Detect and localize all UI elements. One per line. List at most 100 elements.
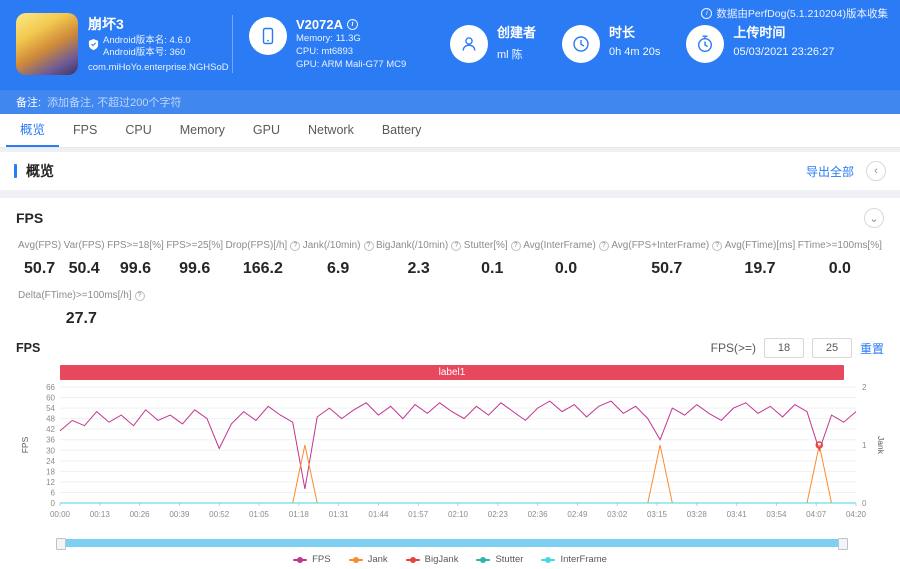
svg-text:FPS: FPS (20, 436, 30, 453)
metric-label: FTime>=100ms[%] (797, 240, 882, 251)
remarks-bar[interactable]: 备注: 添加备注, 不超过200个字符 (0, 90, 900, 114)
metric-value: 99.6 (119, 260, 152, 277)
metric-fps-18-: FPS>=18[%] 99.6 (107, 240, 164, 278)
svg-text:30: 30 (46, 446, 55, 455)
android-version-code: Android版本号: 360 (103, 46, 186, 58)
tab-cpu[interactable]: CPU (111, 114, 165, 147)
tab-gpu[interactable]: GPU (239, 114, 294, 147)
legend-item-jank[interactable]: Jank (348, 554, 388, 565)
collect-note: i 数据由PerfDog(5.1.210204)版本收集 (701, 6, 888, 21)
svg-text:6: 6 (51, 488, 56, 497)
svg-text:24: 24 (46, 457, 55, 466)
legend-label: Jank (367, 554, 388, 565)
metric-fps-25-: FPS>=25[%] 99.6 (166, 240, 223, 278)
metric-label: Stutter[%] (463, 240, 508, 251)
chevron-down-icon[interactable]: ⌄ (864, 208, 884, 228)
legend-label: FPS (312, 554, 331, 565)
svg-text:48: 48 (46, 415, 55, 424)
legend-marker-icon (348, 556, 363, 563)
device-info-icon[interactable]: i (346, 19, 358, 30)
help-icon[interactable]: ? (451, 240, 462, 251)
metric-drop-fps-h-: Drop(FPS)[/h]? 166.2 (226, 240, 301, 278)
tab-fps[interactable]: FPS (59, 114, 111, 147)
legend-item-interframe[interactable]: InterFrame (541, 554, 607, 565)
metric-delta-ftime-100ms-h-: Delta(FTime)>=100ms[/h]? 27.7 (18, 290, 145, 328)
metric-label: FPS>=25[%] (166, 240, 224, 251)
duration-value: 0h 4m 20s (609, 46, 661, 58)
svg-text:00:39: 00:39 (169, 510, 190, 519)
help-icon[interactable]: ? (510, 240, 521, 251)
tab-memory[interactable]: Memory (166, 114, 239, 147)
chart-zoom-slider[interactable] (56, 538, 848, 550)
perfdog-report-page: i 数据由PerfDog(5.1.210204)版本收集 崩坏3 Android… (0, 0, 900, 569)
metric-value: 6.9 (326, 260, 350, 277)
duration-label: 时长 (609, 25, 636, 40)
svg-text:2: 2 (862, 383, 867, 392)
svg-text:02:23: 02:23 (488, 510, 509, 519)
metric-jank-10min-: Jank(/10min)? 6.9 (303, 240, 374, 278)
legend-marker-icon (293, 556, 308, 563)
help-icon[interactable]: ? (134, 290, 145, 301)
fps-threshold-input-1[interactable] (763, 338, 804, 358)
metric-value: 50.4 (68, 260, 100, 277)
device-block: V2072A i Memory: 11.3G CPU: mt6893 GPU: … (249, 17, 424, 71)
tab-概览[interactable]: 概览 (6, 114, 60, 147)
fps-metrics-row2: Delta(FTime)>=100ms[/h]? 27.7 (16, 290, 884, 328)
package-name: com.miHoYo.enterprise.NGHSoD (88, 61, 229, 73)
svg-text:54: 54 (46, 404, 55, 413)
svg-text:42: 42 (46, 425, 55, 434)
metric-var-fps-: Var(FPS) 50.4 (64, 240, 105, 278)
section-accent-bar (14, 164, 17, 178)
creator-value: ml 陈 (497, 49, 523, 61)
export-all-link[interactable]: 导出全部 (806, 163, 854, 180)
svg-text:0: 0 (862, 499, 867, 508)
metric-label: Avg(FPS) (18, 240, 62, 251)
help-icon[interactable]: ? (712, 240, 723, 251)
svg-text:03:28: 03:28 (687, 510, 708, 519)
fps-metrics-row: Avg(FPS) 50.7 Var(FPS) 50.4 FPS>=18[%] 99.6 FP… (16, 240, 884, 278)
upload-time-block: 上传时间 05/03/2021 23:26:27 (686, 25, 834, 63)
svg-text:66: 66 (46, 383, 55, 392)
phone-icon (249, 17, 287, 55)
collapse-left-icon[interactable]: ‹ (866, 161, 886, 181)
svg-text:03:54: 03:54 (766, 510, 787, 519)
metric-ftime-100ms-: FTime>=100ms[%] 0.0 (798, 240, 882, 278)
help-icon[interactable]: ? (290, 240, 301, 251)
metric-value: 99.6 (179, 260, 211, 277)
tab-bar: 概览 FPS CPU Memory GPU Network Battery (0, 114, 900, 148)
svg-text:00:26: 00:26 (130, 510, 151, 519)
svg-text:02:10: 02:10 (448, 510, 469, 519)
help-icon[interactable]: ? (363, 240, 374, 251)
remarks-placeholder: 添加备注, 不超过200个字符 (47, 97, 182, 109)
metric-value: 50.7 (24, 260, 56, 277)
metric-label: BigJank(/10min) (376, 240, 449, 251)
svg-text:01:31: 01:31 (329, 510, 350, 519)
tab-battery[interactable]: Battery (368, 114, 436, 147)
fps-threshold-input-2[interactable] (811, 338, 852, 358)
svg-text:60: 60 (46, 394, 55, 403)
legend-label: BigJank (424, 554, 459, 565)
legend-item-fps[interactable]: FPS (293, 554, 331, 565)
metric-label: Avg(FTime)[ms] (724, 240, 796, 251)
remarks-label: 备注: (16, 97, 42, 109)
device-cpu: CPU: mt6893 (296, 46, 354, 57)
tab-network[interactable]: Network (294, 114, 368, 147)
device-memory: Memory: 11.3G (296, 33, 361, 44)
legend-label: InterFrame (560, 554, 607, 565)
metric-avg-fps-interframe-: Avg(FPS+InterFrame)? 50.7 (611, 240, 723, 278)
info-icon: i (701, 8, 713, 19)
fps-line-chart[interactable]: 061218243036424854606601200:00 00:13 00:26… (16, 382, 886, 532)
legend-item-stutter[interactable]: Stutter (476, 554, 523, 565)
svg-text:01:05: 01:05 (249, 510, 270, 519)
overview-title-wrap: 概览 (14, 161, 54, 181)
help-icon[interactable]: ? (598, 240, 609, 251)
upload-value: 05/03/2021 23:26:27 (733, 46, 835, 58)
metric-value: 166.2 (242, 260, 283, 277)
reset-button[interactable]: 重置 (860, 340, 884, 357)
metric-avg-fps-: Avg(FPS) 50.7 (18, 240, 61, 278)
fps-section: FPS ⌄ Avg(FPS) 50.7 Var(FPS) 50.4 FPS>=18[%]… (0, 198, 900, 569)
metric-value: 50.7 (651, 260, 683, 277)
svg-text:04:07: 04:07 (806, 510, 827, 519)
legend-item-bigjank[interactable]: BigJank (405, 554, 459, 565)
duration-block: 时长 0h 4m 20s (562, 25, 660, 63)
